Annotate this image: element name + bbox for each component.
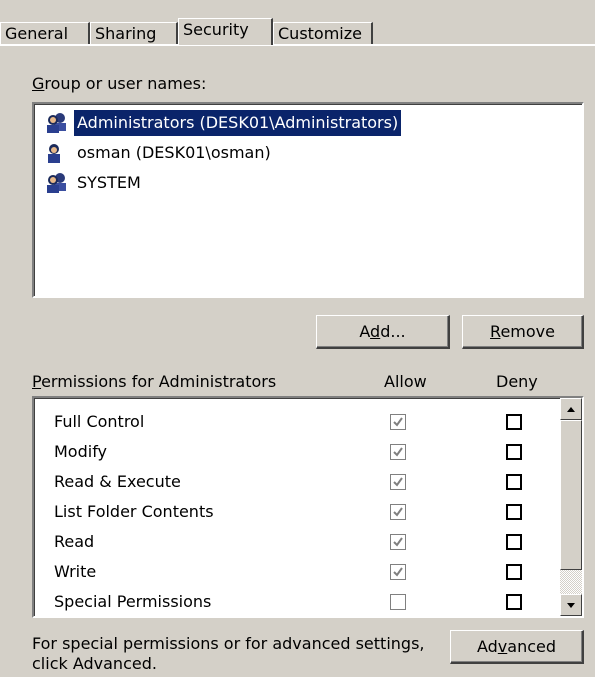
scroll-down-button[interactable] — [560, 594, 582, 616]
permission-name: Write — [54, 562, 97, 581]
allow-checkbox[interactable] — [390, 414, 406, 430]
scroll-track[interactable] — [560, 570, 582, 594]
permission-name: Special Permissions — [54, 592, 212, 611]
permission-row: List Folder Contents — [34, 496, 554, 526]
permission-row: Special Permissions — [34, 586, 554, 616]
group-names-label: Group or user names: — [32, 74, 207, 93]
user-icon — [48, 144, 60, 163]
advanced-hint-text: For special permissions or for advanced … — [32, 634, 424, 674]
check-icon — [393, 417, 403, 427]
deny-checkbox[interactable] — [506, 474, 522, 490]
deny-checkbox[interactable] — [506, 564, 522, 580]
tab-customize[interactable]: Customize — [273, 22, 373, 44]
arrow-down-icon — [567, 603, 575, 608]
deny-checkbox[interactable] — [506, 504, 522, 520]
user-item-label: SYSTEM — [77, 173, 141, 192]
deny-checkbox[interactable] — [506, 444, 522, 460]
user-item-label: Administrators (DESK01\Administrators) — [74, 110, 402, 136]
permission-row: Write — [34, 556, 554, 586]
permissions-label: Permissions for Administrators — [32, 372, 277, 391]
tab-security-label: Security — [183, 20, 249, 39]
check-icon — [393, 507, 403, 517]
permissions-scrollbar[interactable] — [560, 398, 582, 616]
check-icon — [393, 567, 403, 577]
group-icon — [47, 113, 66, 133]
tab-panel-edge — [0, 44, 595, 46]
tab-customize-label: Customize — [278, 24, 362, 43]
permission-row: Read — [34, 526, 554, 556]
tab-general-label: General — [5, 24, 69, 43]
deny-checkbox[interactable] — [506, 414, 522, 430]
advanced-button[interactable]: Advanced — [450, 630, 584, 664]
advanced-hint-line-2: click Advanced. — [32, 654, 157, 673]
advanced-hint-line-1: For special permissions or for advanced … — [32, 634, 425, 653]
tab-strip: General Sharing Security Customize — [0, 18, 595, 45]
tab-security[interactable]: Security — [178, 18, 273, 45]
check-icon — [393, 477, 403, 487]
permission-name: Modify — [54, 442, 108, 461]
allow-checkbox[interactable] — [390, 504, 406, 520]
deny-checkbox[interactable] — [506, 534, 522, 550]
permission-name: Full Control — [54, 412, 145, 431]
scroll-up-button[interactable] — [560, 398, 582, 420]
permission-name: Read — [54, 532, 95, 551]
arrow-up-icon — [567, 407, 575, 412]
deny-column-header: Deny — [496, 372, 538, 391]
deny-checkbox[interactable] — [506, 594, 522, 610]
check-icon — [393, 447, 403, 457]
permission-row: Read & Execute — [34, 466, 554, 496]
allow-column-header: Allow — [384, 372, 427, 391]
allow-checkbox[interactable] — [390, 444, 406, 460]
permission-row: Modify — [34, 436, 554, 466]
tab-sharing-label: Sharing — [95, 24, 157, 43]
allow-checkbox[interactable] — [390, 594, 406, 610]
allow-checkbox[interactable] — [390, 474, 406, 490]
tab-general[interactable]: General — [0, 22, 90, 44]
remove-button[interactable]: Remove — [462, 315, 584, 349]
permission-name: List Folder Contents — [54, 502, 214, 521]
group-icon — [47, 173, 66, 193]
permissions-list[interactable]: Full Control Modify Read & Execute List Fol… — [32, 396, 584, 618]
add-button[interactable]: Add... — [316, 315, 450, 349]
scroll-thumb[interactable] — [560, 420, 582, 570]
user-listbox[interactable]: Administrators (DESK01\Administrators) o… — [32, 102, 584, 298]
permission-name: Read & Execute — [54, 472, 181, 491]
user-item-label: osman (DESK01\osman) — [77, 143, 271, 162]
permission-row: Full Control — [34, 406, 554, 436]
allow-checkbox[interactable] — [390, 534, 406, 550]
allow-checkbox[interactable] — [390, 564, 406, 580]
check-icon — [393, 537, 403, 547]
tab-sharing[interactable]: Sharing — [90, 22, 178, 44]
